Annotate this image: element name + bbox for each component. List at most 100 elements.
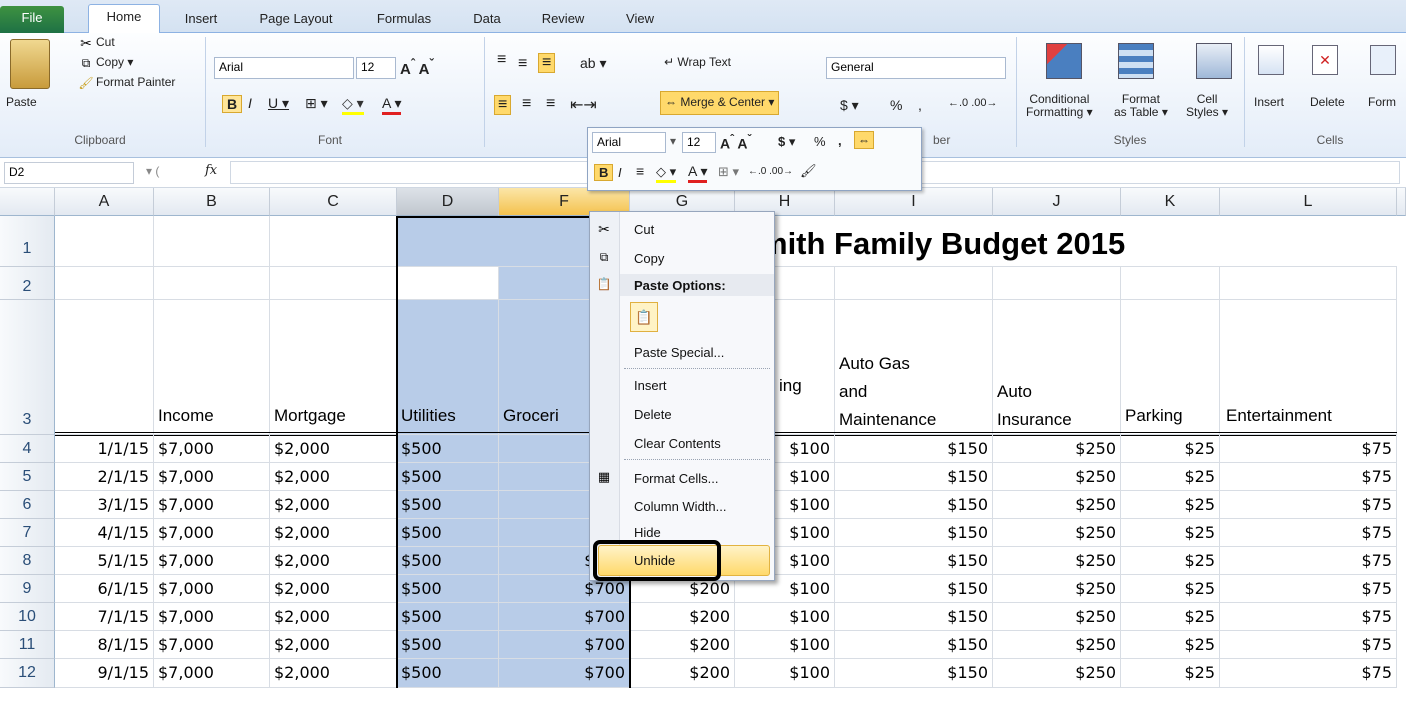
- cell-k10[interactable]: $25: [1121, 603, 1220, 631]
- row-header-8[interactable]: 8: [0, 547, 55, 575]
- cell-k2[interactable]: [1121, 267, 1220, 300]
- font-size-dropdown[interactable]: 12: [356, 57, 396, 79]
- cell-a3[interactable]: [55, 300, 154, 435]
- cell-g10[interactable]: $200: [630, 603, 735, 631]
- format-cells-button[interactable]: Form: [1368, 95, 1396, 109]
- cell-j10[interactable]: $250: [993, 603, 1121, 631]
- insert-cells-icon[interactable]: [1258, 45, 1284, 75]
- tab-formulas[interactable]: Formulas: [368, 7, 440, 33]
- menu-paste-special[interactable]: Paste Special...: [634, 345, 724, 360]
- cell-a2[interactable]: [55, 267, 154, 300]
- cell-i5[interactable]: $150: [835, 463, 993, 491]
- cell-styles-icon[interactable]: [1196, 43, 1232, 79]
- fx-icon[interactable]: fx: [205, 163, 217, 178]
- mini-align-icon[interactable]: ≡: [636, 163, 644, 179]
- mini-font-color-icon[interactable]: A ▾: [688, 163, 708, 183]
- cell-c7[interactable]: $2,000: [270, 519, 397, 547]
- cell-h12[interactable]: $100: [735, 659, 835, 688]
- bold-button-icon[interactable]: B: [222, 95, 243, 113]
- menu-hide[interactable]: Hide: [634, 525, 661, 537]
- middle-align-icon[interactable]: ≡: [518, 55, 527, 73]
- underline-button-icon[interactable]: U ▾: [268, 95, 289, 112]
- mini-currency-button[interactable]: $ ▾: [778, 134, 795, 150]
- cell-d9[interactable]: $500: [397, 575, 499, 603]
- conditional-formatting-button[interactable]: Conditional Formatting ▾: [1026, 93, 1093, 119]
- cell-i2[interactable]: [835, 267, 993, 300]
- align-center-icon[interactable]: ≡: [522, 95, 531, 113]
- decrease-indent-icon[interactable]: ⇤⇥: [570, 95, 597, 115]
- cell-i9[interactable]: $150: [835, 575, 993, 603]
- row-header-10[interactable]: 10: [0, 603, 55, 631]
- cell-h11[interactable]: $100: [735, 631, 835, 659]
- menu-insert[interactable]: Insert: [634, 378, 667, 393]
- mini-fill-color-icon[interactable]: ◇ ▾: [656, 164, 677, 183]
- format-cells-icon[interactable]: [1370, 45, 1396, 75]
- cell-a10[interactable]: 7/1/15: [55, 603, 154, 631]
- cell-j2[interactable]: [993, 267, 1121, 300]
- tab-review[interactable]: Review: [534, 7, 592, 33]
- cell-l9[interactable]: $75: [1220, 575, 1397, 603]
- format-as-table-icon[interactable]: [1118, 43, 1154, 79]
- align-right-icon[interactable]: ≡: [546, 95, 555, 113]
- row-header-4[interactable]: 4: [0, 435, 55, 463]
- cell-c2[interactable]: [270, 267, 397, 300]
- copy-button[interactable]: Copy ▾: [96, 55, 133, 69]
- format-as-table-button[interactable]: Format as Table ▾: [1114, 93, 1168, 119]
- mini-bold-icon[interactable]: B: [594, 164, 614, 181]
- conditional-formatting-icon[interactable]: [1046, 43, 1082, 79]
- cell-k11[interactable]: $25: [1121, 631, 1220, 659]
- cell-c4[interactable]: $2,000: [270, 435, 397, 463]
- tab-insert[interactable]: Insert: [176, 7, 226, 33]
- cell-k9[interactable]: $25: [1121, 575, 1220, 603]
- cell-a9[interactable]: 6/1/15: [55, 575, 154, 603]
- menu-format-cells[interactable]: Format Cells...: [634, 471, 719, 486]
- cell-b10[interactable]: $7,000: [154, 603, 270, 631]
- cell-l2[interactable]: [1220, 267, 1397, 300]
- cell-i10[interactable]: $150: [835, 603, 993, 631]
- grow-font-icon[interactable]: Aˆ Aˇ: [400, 57, 434, 78]
- name-box[interactable]: D2: [4, 162, 134, 184]
- row-header-5[interactable]: 5: [0, 463, 55, 491]
- cut-button[interactable]: Cut: [96, 35, 115, 49]
- mini-size-dropdown[interactable]: 12: [682, 132, 716, 153]
- column-header-k[interactable]: K: [1121, 188, 1220, 216]
- column-header-d[interactable]: D: [397, 188, 499, 216]
- cell-i6[interactable]: $150: [835, 491, 993, 519]
- column-header-i[interactable]: I: [835, 188, 993, 216]
- font-color-icon[interactable]: A ▾: [382, 95, 402, 115]
- cell-l6[interactable]: $75: [1220, 491, 1397, 519]
- cell-j4[interactable]: $250: [993, 435, 1121, 463]
- cell-b12[interactable]: $7,000: [154, 659, 270, 688]
- delete-cells-icon[interactable]: ✕: [1312, 45, 1338, 75]
- cell-d7[interactable]: $500: [397, 519, 499, 547]
- cell-k12[interactable]: $25: [1121, 659, 1220, 688]
- row-header-6[interactable]: 6: [0, 491, 55, 519]
- cell-j12[interactable]: $250: [993, 659, 1121, 688]
- cell-f11[interactable]: $700: [499, 631, 630, 659]
- cell-l7[interactable]: $75: [1220, 519, 1397, 547]
- cell-j11[interactable]: $250: [993, 631, 1121, 659]
- cell-k7[interactable]: $25: [1121, 519, 1220, 547]
- cell-l8[interactable]: $75: [1220, 547, 1397, 575]
- column-header-j[interactable]: J: [993, 188, 1121, 216]
- paste-button[interactable]: Paste: [6, 95, 37, 109]
- menu-clear-contents[interactable]: Clear Contents: [634, 436, 721, 451]
- mini-borders-icon[interactable]: ⊞ ▾: [718, 164, 739, 180]
- bottom-align-icon[interactable]: ≡: [538, 53, 556, 73]
- cell-d8[interactable]: $500: [397, 547, 499, 575]
- cell-b6[interactable]: $7,000: [154, 491, 270, 519]
- header-parking[interactable]: Parking: [1121, 300, 1220, 435]
- menu-delete[interactable]: Delete: [634, 407, 672, 422]
- cell-b7[interactable]: $7,000: [154, 519, 270, 547]
- mini-italic-icon[interactable]: I: [618, 165, 622, 180]
- cell-j9[interactable]: $250: [993, 575, 1121, 603]
- delete-cells-button[interactable]: Delete: [1310, 95, 1345, 109]
- cell-c12[interactable]: $2,000: [270, 659, 397, 688]
- cell-j8[interactable]: $250: [993, 547, 1121, 575]
- column-header-c[interactable]: C: [270, 188, 397, 216]
- mini-merge-icon[interactable]: ⇔: [854, 131, 874, 149]
- mini-decimal-icon[interactable]: ←.0 .00→: [748, 166, 793, 177]
- cell-b11[interactable]: $7,000: [154, 631, 270, 659]
- cell-h2[interactable]: [775, 267, 835, 300]
- cell-styles-button[interactable]: Cell Styles ▾: [1186, 93, 1228, 119]
